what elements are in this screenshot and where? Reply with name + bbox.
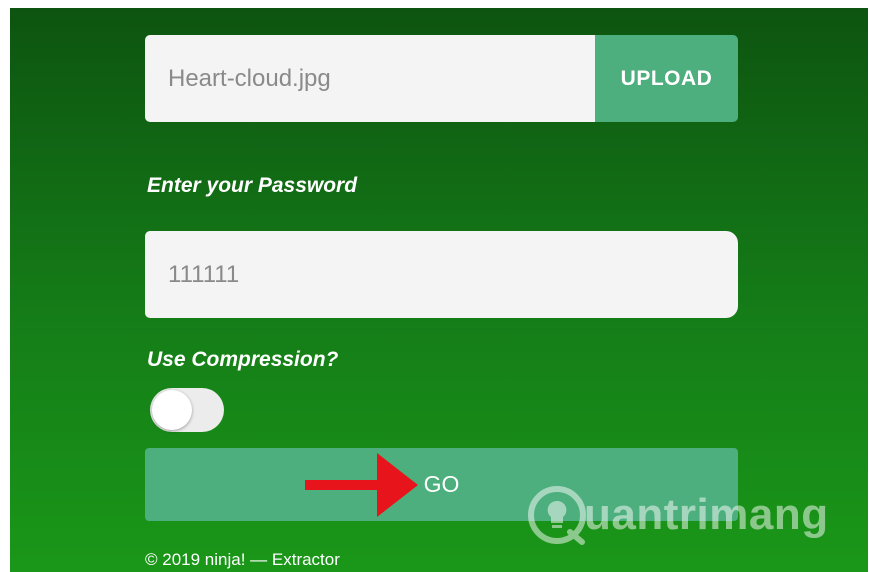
file-name-field[interactable]: Heart-cloud.jpg	[145, 35, 595, 122]
toggle-knob	[152, 390, 192, 430]
extractor-panel: Heart-cloud.jpg UPLOAD Enter your Passwo…	[10, 8, 868, 572]
footer-text: © 2019 ninja! — Extractor	[145, 550, 340, 569]
password-label: Enter your Password	[147, 174, 358, 197]
compression-label: Use Compression?	[147, 348, 339, 371]
password-field[interactable]: 111111	[145, 231, 738, 318]
upload-button[interactable]: UPLOAD	[595, 35, 738, 122]
watermark: uantrimang	[526, 484, 829, 546]
compression-toggle[interactable]	[150, 388, 224, 432]
watermark-text: uantrimang	[584, 490, 829, 539]
upload-row: Heart-cloud.jpg UPLOAD	[145, 35, 738, 122]
lightbulb-q-icon	[528, 486, 586, 545]
red-arrow-annotation	[305, 453, 418, 517]
